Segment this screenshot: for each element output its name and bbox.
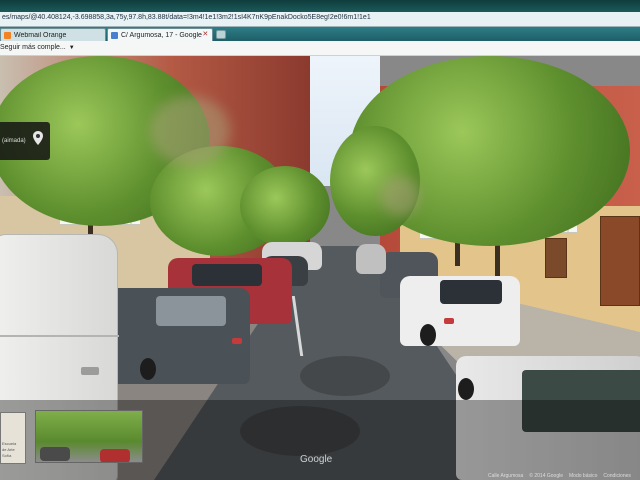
footer-basic-mode-link[interactable]: Modo básico	[569, 473, 597, 479]
favorites-item-label: Seguir más comple...	[0, 44, 66, 51]
car-window	[440, 280, 502, 304]
tab-google-maps[interactable]: C/ Argumosa, 17 - Google ... ✕	[107, 28, 213, 41]
street-view-thumbnail[interactable]	[35, 410, 143, 463]
map-footer: Calle Argumosa © 2014 Google Modo básico…	[488, 472, 640, 480]
wheel	[140, 358, 156, 380]
parked-car	[356, 244, 386, 274]
van-panel-line	[0, 335, 119, 337]
chevron-down-icon: ▼	[68, 45, 75, 51]
shop-door	[600, 216, 640, 306]
webmail-favicon-icon	[4, 31, 11, 39]
tree-canopy	[240, 166, 330, 246]
address-card-label: (aimada)	[2, 138, 26, 144]
wheel	[420, 324, 436, 346]
minimap-label: de Arte	[2, 447, 15, 452]
tail-light	[232, 338, 242, 344]
new-tab-button[interactable]	[216, 30, 226, 39]
privacy-blur	[150, 96, 230, 166]
shop-door	[545, 238, 567, 278]
favorites-bar: Seguir más comple... ▼	[0, 41, 640, 56]
privacy-blur	[380, 176, 420, 216]
address-bar[interactable]: es/maps/@40.408124,-3.698858,3a,75y,97.8…	[0, 12, 640, 27]
minimap-label: Sofía	[2, 453, 12, 458]
footer-terms-link[interactable]: Condiciones	[603, 473, 631, 479]
wheel	[458, 378, 474, 400]
footer-street-name: Calle Argumosa	[488, 473, 524, 479]
tab-label: Webmail Orange	[14, 31, 67, 39]
close-tab-icon[interactable]: ✕	[202, 31, 209, 39]
parked-car-grey	[100, 288, 250, 384]
address-bar-url[interactable]: es/maps/@40.408124,-3.698858,3a,75y,97.8…	[2, 14, 371, 21]
tail-light	[444, 318, 454, 324]
van-door-handle	[81, 367, 99, 375]
favorites-item[interactable]: Seguir más comple... ▼	[0, 44, 75, 51]
google-maps-favicon-icon	[111, 31, 118, 39]
minimap[interactable]: Escuela de Arte Sofía	[0, 412, 26, 464]
footer-copyright: © 2014 Google	[529, 473, 564, 479]
tab-strip: Webmail Orange C/ Argumosa, 17 - Google …	[0, 27, 640, 41]
tab-label: C/ Argumosa, 17 - Google ...	[121, 31, 202, 39]
parked-car-white	[400, 276, 520, 346]
browser-window: es/maps/@40.408124,-3.698858,3a,75y,97.8…	[0, 0, 640, 480]
tab-webmail-orange[interactable]: Webmail Orange	[0, 28, 106, 41]
window-title-strip	[0, 0, 640, 12]
tree-shadow	[300, 356, 390, 396]
car-window	[192, 264, 262, 286]
map-pin-icon[interactable]	[33, 131, 43, 145]
address-card[interactable]: (aimada)	[0, 122, 50, 160]
thumbnail-car	[100, 449, 130, 462]
google-watermark: Google	[300, 454, 333, 465]
thumbnail-car	[40, 447, 70, 461]
car-window	[156, 296, 226, 326]
minimap-label: Escuela	[2, 441, 17, 446]
